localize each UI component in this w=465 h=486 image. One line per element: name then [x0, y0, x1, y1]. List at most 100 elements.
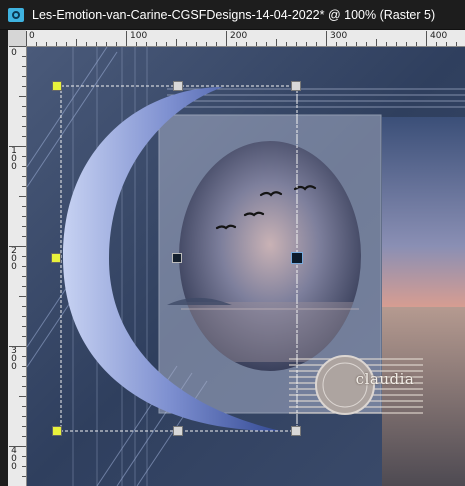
edge-handle-left[interactable]: [51, 253, 61, 263]
ruler-tick: [22, 136, 26, 137]
ruler-tick: [22, 426, 26, 427]
ruler-tick: [22, 76, 26, 77]
ruler-tick: [22, 316, 26, 317]
ruler-tick: [22, 176, 26, 177]
ruler-tick: [436, 42, 437, 46]
ruler-tick: [56, 42, 57, 46]
ruler-tick: [22, 126, 26, 127]
ruler-tick: [296, 42, 297, 46]
ruler-tick: [19, 296, 26, 297]
ruler-label-100: 100: [130, 31, 148, 41]
ruler-tick: [396, 42, 397, 46]
ruler-label-400: 400: [430, 31, 448, 41]
ruler-tick: [22, 366, 26, 367]
ruler-tick: [456, 42, 457, 46]
ruler-tick: [66, 42, 67, 46]
ruler-tick: [22, 206, 26, 207]
ruler-label-200: 200: [11, 246, 17, 272]
ruler-tick: [22, 306, 26, 307]
edge-handle-right[interactable]: [291, 252, 303, 264]
horizontal-ruler: 0 100 200 300 400: [26, 30, 465, 47]
ruler-corner: [8, 30, 27, 47]
ruler-tick: [19, 96, 26, 97]
ruler-tick: [22, 326, 26, 327]
corner-handle-bottom-left[interactable]: [52, 426, 62, 436]
ruler-tick: [9, 46, 26, 47]
ruler-tick: [22, 416, 26, 417]
ruler-tick: [22, 166, 26, 167]
ruler-tick: [336, 42, 337, 46]
canvas-artwork: [27, 47, 465, 486]
ruler-tick: [22, 236, 26, 237]
ruler-tick: [236, 42, 237, 46]
ruler-tick: [426, 31, 427, 46]
ruler-tick: [136, 42, 137, 46]
edge-handle-bottom[interactable]: [173, 426, 183, 436]
ruler-tick: [22, 86, 26, 87]
ruler-tick: [9, 146, 26, 147]
ruler-tick: [116, 42, 117, 46]
ruler-tick: [306, 42, 307, 46]
edge-handle-top[interactable]: [173, 81, 183, 91]
ruler-tick: [22, 216, 26, 217]
ruler-tick: [346, 42, 347, 46]
ruler-label-300: 300: [11, 346, 17, 372]
ruler-tick: [22, 376, 26, 377]
ruler-tick: [356, 42, 357, 46]
ruler-tick: [316, 42, 317, 46]
ruler-tick: [176, 39, 177, 46]
ruler-tick: [22, 226, 26, 227]
ruler-tick: [286, 42, 287, 46]
ruler-tick: [22, 56, 26, 57]
ruler-label-200: 200: [230, 31, 248, 41]
window-titlebar[interactable]: Les-Emotion-van-Carine-CGSFDesigns-14-04…: [0, 0, 465, 30]
image-canvas[interactable]: claudia: [27, 47, 465, 486]
window-title: Les-Emotion-van-Carine-CGSFDesigns-14-04…: [32, 7, 436, 22]
ruler-tick: [22, 276, 26, 277]
ruler-tick: [186, 42, 187, 46]
ruler-tick: [22, 406, 26, 407]
vertical-ruler: 0 100 200 300 400: [8, 46, 27, 486]
ruler-tick: [96, 42, 97, 46]
ruler-tick: [22, 256, 26, 257]
ruler-label-400: 400: [11, 446, 17, 472]
ruler-tick: [22, 436, 26, 437]
ruler-tick: [22, 266, 26, 267]
ruler-tick: [22, 336, 26, 337]
ruler-tick: [416, 42, 417, 46]
ruler-tick: [26, 31, 27, 46]
ruler-tick: [256, 42, 257, 46]
ruler-tick: [9, 446, 26, 447]
ruler-tick: [36, 42, 37, 46]
ruler-tick: [246, 42, 247, 46]
ruler-tick: [266, 42, 267, 46]
ruler-label-300: 300: [330, 31, 348, 41]
ruler-tick: [22, 476, 26, 477]
ruler-tick: [366, 42, 367, 46]
ruler-tick: [19, 196, 26, 197]
ruler-tick: [9, 346, 26, 347]
image-window: Les-Emotion-van-Carine-CGSFDesigns-14-04…: [0, 0, 465, 486]
ruler-tick: [126, 31, 127, 46]
ruler-tick: [226, 31, 227, 46]
ruler-tick: [22, 286, 26, 287]
corner-handle-top-left[interactable]: [52, 81, 62, 91]
corner-handle-top-right[interactable]: [291, 81, 301, 91]
ruler-tick: [386, 42, 387, 46]
ruler-tick: [146, 42, 147, 46]
ruler-tick: [156, 42, 157, 46]
ruler-tick: [446, 42, 447, 46]
ruler-label-0: 0: [29, 31, 35, 41]
ruler-tick: [46, 42, 47, 46]
ruler-tick: [106, 42, 107, 46]
pivot-handle[interactable]: [172, 253, 182, 263]
ruler-tick: [206, 42, 207, 46]
ruler-tick: [86, 42, 87, 46]
corner-handle-bottom-right[interactable]: [291, 426, 301, 436]
ruler-tick: [22, 116, 26, 117]
watermark-logo-text: claudia: [355, 370, 415, 388]
ruler-tick: [406, 42, 407, 46]
window-left-border: [0, 30, 8, 486]
ruler-tick: [216, 42, 217, 46]
ruler-tick: [276, 39, 277, 46]
